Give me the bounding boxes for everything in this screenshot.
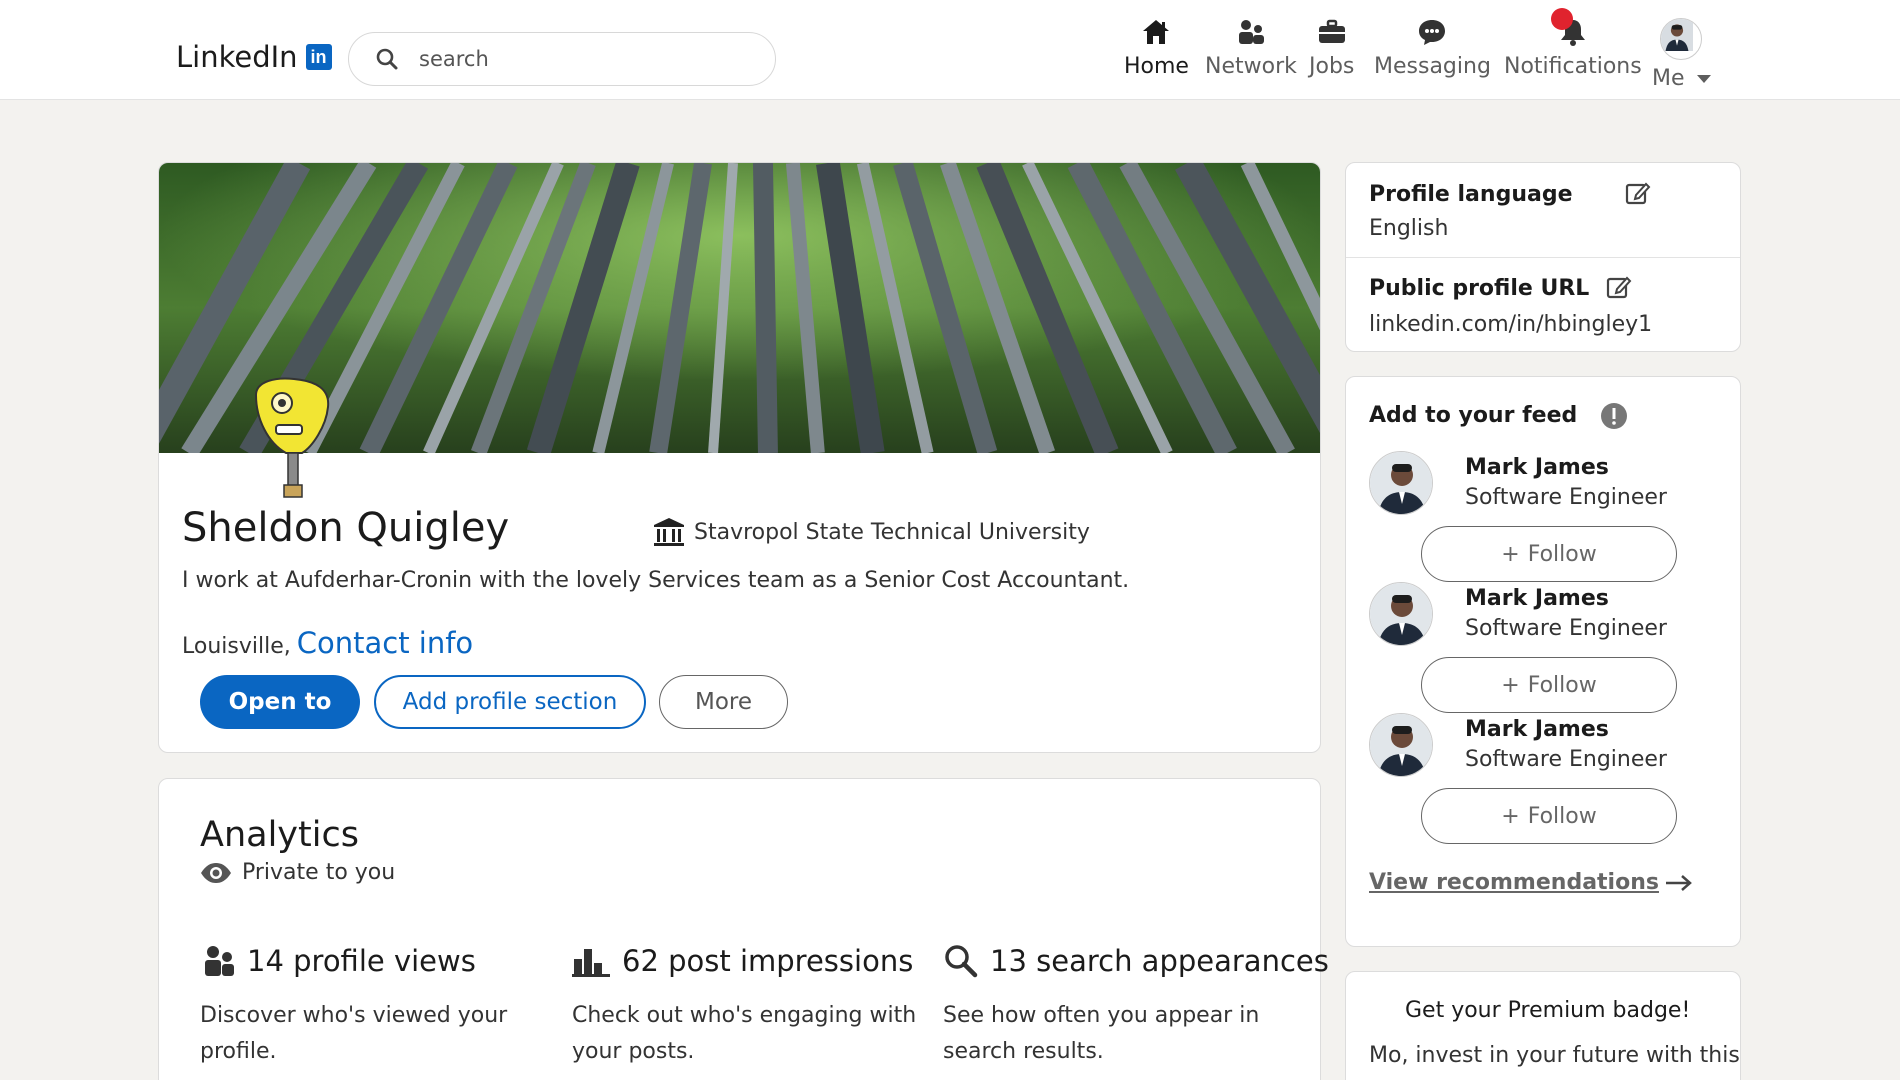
plus-icon: + [1501,541,1520,567]
nav-messaging[interactable]: Messaging [1374,16,1491,79]
person-avatar[interactable] [1369,582,1433,646]
profile-location: Louisville, Contact info [182,626,473,660]
nav-network[interactable]: Network [1205,16,1297,79]
nav-jobs[interactable]: Jobs [1309,16,1354,79]
edit-icon[interactable] [1625,180,1651,206]
nav-notifications[interactable]: Notifications [1504,8,1642,79]
profile-headline: I work at Aufderhar-Cronin with the love… [182,568,1130,593]
person-role: Software Engineer [1465,747,1667,772]
person-role: Software Engineer [1465,485,1667,510]
search-appearances-description-line1: See how often you appear in [943,1003,1260,1028]
institution-icon [654,518,684,546]
plus-icon: + [1501,672,1520,698]
logo-text: LinkedIn [176,40,298,74]
post-impressions-label: 62 post impressions [622,944,914,978]
post-impressions-description: Check out who's engaging with your posts… [572,998,916,1070]
profile-views-metric[interactable]: 14 profile views [203,944,476,978]
notification-dot [1550,8,1573,30]
person-name[interactable]: Mark James [1465,586,1609,611]
top-navigation-bar: LinkedIn in Home Network Jobs Messaging … [0,0,1900,100]
privacy-note: Private to you [200,860,395,885]
nav-home[interactable]: Home [1124,16,1189,79]
more-button[interactable]: More [659,675,788,729]
linkedin-badge-icon: in [305,44,332,70]
user-avatar [1660,18,1703,60]
message-icon [1419,20,1446,45]
search-icon [945,945,978,978]
follow-label: Follow [1527,672,1597,698]
open-to-button[interactable]: Open to [200,675,360,729]
nav-me[interactable]: Me [1652,18,1711,91]
home-icon [1143,20,1170,44]
person-role: Software Engineer [1465,616,1667,641]
bar-chart-icon [572,949,610,977]
profile-language-value: English [1369,216,1449,241]
add-to-feed-title: Add to your feed [1369,403,1578,428]
privacy-text: Private to you [242,860,396,885]
person-name[interactable]: Mark James [1465,717,1609,742]
nav-me-label: Me [1652,66,1685,91]
premium-title: Get your Premium badge! [1405,998,1691,1023]
profile-views-description-line2: profile. [200,1039,277,1064]
search-bar[interactable] [348,32,776,86]
search-icon [376,48,398,70]
profile-name: Sheldon Quigley [182,505,510,551]
linkedin-logo[interactable]: LinkedIn in [176,40,332,74]
search-appearances-label: 13 search appearances [990,944,1329,978]
search-appearances-metric[interactable]: 13 search appearances [944,944,1329,978]
person-avatar[interactable] [1369,713,1433,777]
settings-divider [1346,257,1740,258]
nav-network-label: Network [1205,54,1297,79]
post-impressions-description-line2: your posts. [572,1039,695,1064]
briefcase-icon [1318,19,1345,43]
nav-notifications-label: Notifications [1504,54,1642,79]
person-avatar[interactable] [1369,451,1433,515]
add-profile-section-button[interactable]: Add profile section [374,675,646,729]
network-icon [1238,20,1264,44]
premium-text: Mo, invest in your future with this [1369,1043,1740,1068]
robot-avatar-image [254,377,330,498]
follow-label: Follow [1527,803,1597,829]
follow-button[interactable]: + Follow [1421,788,1677,844]
profile-language-label: Profile language [1369,182,1573,207]
university-name: Stavropol State Technical University [694,519,1090,545]
location-text: Louisville, [182,634,291,659]
profile-views-label: 14 profile views [247,944,476,978]
public-url-value[interactable]: linkedin.com/in/hbingley1 [1369,312,1652,337]
edit-icon[interactable] [1606,274,1632,300]
profile-views-description-line1: Discover who's viewed your [200,1003,508,1028]
contact-info-link[interactable]: Contact info [297,626,473,660]
analytics-title: Analytics [200,815,359,855]
follow-button[interactable]: + Follow [1421,657,1677,713]
follow-label: Follow [1527,541,1597,567]
university-info[interactable]: Stavropol State Technical University [652,516,1090,548]
info-icon[interactable] [1600,402,1628,430]
eye-icon [201,862,231,883]
view-recommendations-link[interactable]: View recommendations [1369,870,1693,895]
plus-icon: + [1501,803,1520,829]
view-recommendations-label: View recommendations [1369,870,1659,895]
post-impressions-description-line1: Check out who's engaging with [572,1003,917,1028]
profile-views-description: Discover who's viewed your profile. [200,998,507,1070]
people-icon [205,946,234,976]
nav-messaging-label: Messaging [1374,54,1491,79]
search-appearances-description: See how often you appear in search resul… [943,998,1259,1070]
search-input[interactable] [419,47,739,71]
arrow-right-icon [1665,874,1692,891]
person-name[interactable]: Mark James [1465,455,1609,480]
public-url-label: Public profile URL [1369,276,1590,301]
search-appearances-description-line2: search results. [943,1039,1104,1064]
nav-home-label: Home [1124,54,1189,79]
nav-jobs-label: Jobs [1309,54,1355,79]
follow-button[interactable]: + Follow [1421,526,1677,582]
post-impressions-metric[interactable]: 62 post impressions [572,944,913,978]
chevron-down-icon [1696,74,1711,83]
